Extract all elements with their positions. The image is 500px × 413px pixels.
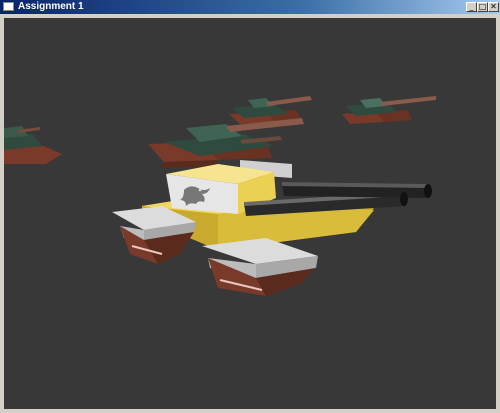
enemy-tank-left [4,126,62,164]
minimize-button[interactable]: _ [466,2,477,12]
window-title: Assignment 1 [18,1,84,12]
close-button[interactable]: ✕ [488,2,499,12]
enemy-tank-back-right [342,96,436,124]
application-window: Assignment 1 _ □ ✕ [0,0,500,413]
title-bar[interactable]: Assignment 1 _ □ ✕ [0,0,500,14]
opengl-viewport[interactable] [4,18,496,409]
player-tank [112,160,432,296]
enemy-tank-mid [148,118,304,168]
3d-scene [4,96,436,296]
maximize-button[interactable]: □ [477,2,488,12]
app-icon [3,2,14,11]
